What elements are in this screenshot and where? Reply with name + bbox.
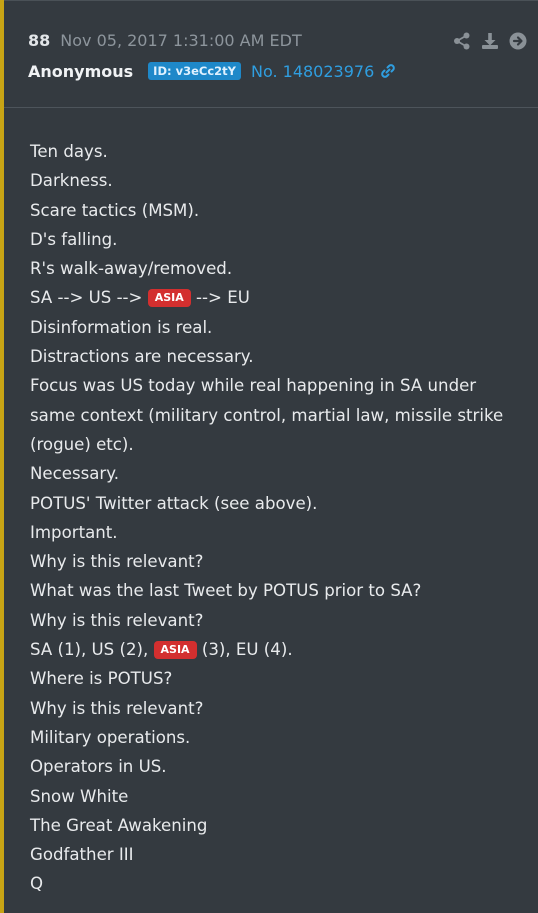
post-id-text: No. 148023976 <box>250 61 375 81</box>
post-body-line: Snow White <box>30 786 129 806</box>
post-body-line: Why is this relevant? <box>30 698 204 718</box>
post-body-line: R's walk-away/removed. <box>30 259 233 279</box>
post-body-line: SA --> US --> ASIA --> EU <box>30 283 514 312</box>
post-id-link[interactable]: No. 148023976 <box>251 62 396 81</box>
post-body-line: Necessary. <box>30 464 119 484</box>
post-body-line: What was the last Tweet by POTUS prior t… <box>30 581 422 601</box>
post-body-line: D's falling. <box>30 229 118 249</box>
post-body-line: Why is this relevant? <box>30 552 204 572</box>
post-body-line: Operators in US. <box>30 757 167 777</box>
post-body-line: Important. <box>30 522 118 542</box>
post-body-line: Distractions are necessary. <box>30 347 254 367</box>
post-body-line: Where is POTUS? <box>30 669 173 689</box>
post-body-line: Why is this relevant? <box>30 610 204 630</box>
link-icon[interactable] <box>380 63 396 79</box>
post-body-line: Darkness. <box>30 171 113 191</box>
post-body-text: SA (1), US (2), <box>30 640 154 660</box>
post-body-text: --> EU <box>190 288 250 308</box>
arrow-circle-right-icon[interactable] <box>508 31 528 51</box>
post-author-line: Anonymous ID: v3eCc2tY No. 148023976 <box>28 60 396 82</box>
post-meta-line: 88 Nov 05, 2017 1:31:00 AM EDT <box>28 31 302 51</box>
post-number: 88 <box>28 31 51 50</box>
share-icon[interactable] <box>452 31 472 51</box>
post-body-line: The Great Awakening <box>30 815 208 835</box>
poster-id-badge[interactable]: ID: v3eCc2tY <box>148 62 241 80</box>
post-body-line: Ten days. <box>30 142 108 161</box>
post-body-text: (3), EU (4). <box>196 640 293 660</box>
asia-tag[interactable]: ASIA <box>153 641 197 660</box>
post-body-line: SA (1), US (2), ASIA (3), EU (4). <box>30 635 514 664</box>
post-body-line: Q <box>30 874 44 894</box>
post-body-line: Disinformation is real. <box>30 317 213 337</box>
post-actions <box>452 31 528 51</box>
post-body-line: POTUS' Twitter attack (see above). <box>30 493 318 513</box>
post-body-text: SA --> US --> <box>30 288 148 308</box>
asia-tag[interactable]: ASIA <box>147 289 191 308</box>
post-header: 88 Nov 05, 2017 1:31:00 AM EDT Anonymous… <box>4 0 538 108</box>
post-body-line: Godfather III <box>30 845 134 865</box>
post-card: 88 Nov 05, 2017 1:31:00 AM EDT Anonymous… <box>0 0 538 913</box>
post-body-line: Scare tactics (MSM). <box>30 200 200 220</box>
post-body: Ten days. Darkness. Scare tactics (MSM). D'… <box>30 137 514 899</box>
post-body-line: Military operations. <box>30 727 191 747</box>
post-body-line: Focus was US today while real happening … <box>30 376 509 454</box>
post-timestamp: Nov 05, 2017 1:31:00 AM EDT <box>60 31 302 50</box>
post-author: Anonymous <box>28 61 134 81</box>
download-icon[interactable] <box>480 31 500 51</box>
